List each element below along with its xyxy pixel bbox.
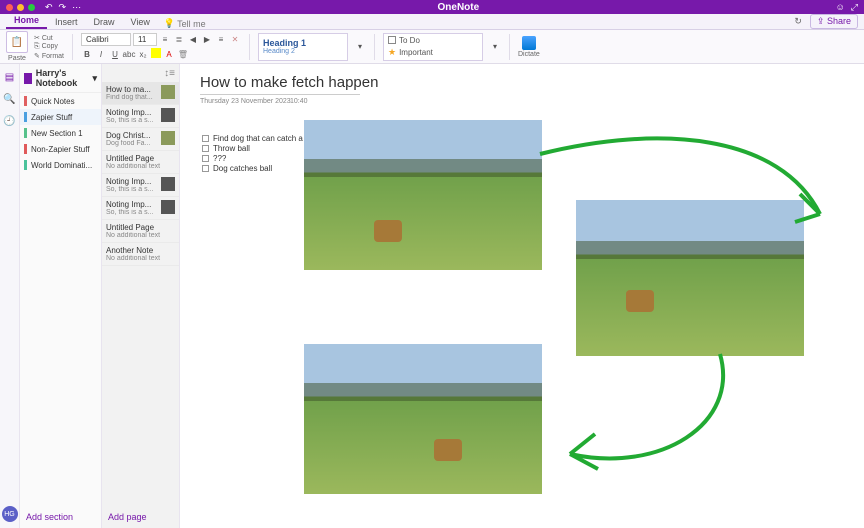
note-date: Thursday 23 November 2023 <box>200 98 291 105</box>
share-button[interactable]: ⇪ Share <box>810 14 858 29</box>
tab-view[interactable]: View <box>123 15 158 29</box>
styles-gallery[interactable]: Heading 1 Heading 2 <box>258 33 348 61</box>
title-bar-right: ☺ ⤢ <box>836 2 858 13</box>
quick-access: ↶ ↷ ⋯ <box>45 2 81 13</box>
strike-button[interactable]: abc <box>123 48 135 60</box>
smile-feedback-icon[interactable]: ☺ <box>836 2 845 13</box>
scissors-icon: ✂ <box>34 35 40 42</box>
note-title[interactable]: How to make fetch happen <box>200 74 378 91</box>
todo-list[interactable]: Find dog that can catch a ballThrow ball… <box>202 134 318 174</box>
tab-home[interactable]: Home <box>6 13 47 29</box>
page-item[interactable]: How to ma...Find dog that... <box>102 82 179 105</box>
drawn-arrow-2 <box>540 344 740 484</box>
share-icon: ⇪ <box>817 16 825 26</box>
search-icon[interactable]: 🔍 <box>3 92 17 106</box>
brush-icon: ✎ <box>34 53 40 60</box>
format-painter-button[interactable]: ✎ Format <box>34 52 64 60</box>
indent-button[interactable]: ▶ <box>201 34 213 46</box>
menu-bar: Home Insert Draw View 💡 Tell me ↻ ⇪ Shar… <box>0 14 864 30</box>
dictate-button[interactable]: Dictate <box>518 36 540 58</box>
page-item[interactable]: Untitled PageNo additional text <box>102 151 179 174</box>
checkbox-icon <box>388 36 396 44</box>
cut-button[interactable]: ✂ Cut <box>34 34 64 42</box>
page-item[interactable]: Noting Imp...So, this is a s... <box>102 174 179 197</box>
nav-rail: ▤ 🔍 🕘 HG <box>0 64 20 528</box>
sort-pages-icon[interactable]: ↕≡ <box>164 68 175 79</box>
inserted-image-2[interactable] <box>576 200 804 356</box>
delete-button[interactable]: 🗑 <box>177 48 189 60</box>
inserted-image-1[interactable] <box>304 120 542 270</box>
highlight-button[interactable] <box>151 48 161 58</box>
expand-icon[interactable]: ⤢ <box>851 2 858 13</box>
font-size-select[interactable]: 11 <box>133 33 157 46</box>
star-icon: ★ <box>388 47 396 58</box>
window-controls <box>6 4 35 11</box>
underline-button[interactable]: U <box>109 48 121 60</box>
page-item[interactable]: Noting Imp...So, this is a s... <box>102 197 179 220</box>
subscript-button[interactable]: x₂ <box>137 48 149 60</box>
todo-checkbox[interactable] <box>202 155 209 162</box>
close-window-button[interactable] <box>6 4 13 11</box>
todo-checkbox[interactable] <box>202 135 209 142</box>
title-bar: ↶ ↷ ⋯ OneNote ☺ ⤢ <box>0 0 864 14</box>
outdent-button[interactable]: ◀ <box>187 34 199 46</box>
paste-button[interactable]: 📋 <box>6 31 28 53</box>
page-item[interactable]: Noting Imp...So, this is a s... <box>102 105 179 128</box>
section-item[interactable]: World Dominati... <box>20 157 101 173</box>
chevron-down-icon: ▾ <box>92 73 97 84</box>
tags-gallery[interactable]: To Do ★Important <box>383 33 483 61</box>
styles-dropdown[interactable]: ▾ <box>354 41 366 53</box>
sync-icon[interactable]: ↻ <box>794 16 802 27</box>
more-icon[interactable]: ⋯ <box>72 2 81 13</box>
notebook-icon <box>24 73 32 84</box>
font-family-select[interactable]: Calibri <box>81 33 131 46</box>
redo-icon[interactable]: ↷ <box>59 2 67 13</box>
paste-group: 📋 Paste <box>6 31 28 62</box>
todo-checkbox[interactable] <box>202 145 209 152</box>
minimize-window-button[interactable] <box>17 4 24 11</box>
note-time: 10:40 <box>290 98 308 105</box>
tab-insert[interactable]: Insert <box>47 15 86 29</box>
tell-me-search[interactable]: 💡 Tell me <box>164 18 206 29</box>
section-item[interactable]: New Section 1 <box>20 125 101 141</box>
page-item[interactable]: Dog Christ...Dog food Fa... <box>102 128 179 151</box>
tab-draw[interactable]: Draw <box>86 15 123 29</box>
clipboard-icon: 📋 <box>11 37 23 48</box>
inserted-image-3[interactable] <box>304 344 542 494</box>
lightbulb-icon: 💡 <box>164 18 175 29</box>
ribbon: 📋 Paste ✂ Cut ⎘ Copy ✎ Format Calibri 11… <box>0 30 864 64</box>
bullet-list-button[interactable]: ≡ <box>159 34 171 46</box>
section-item[interactable]: Quick Notes <box>20 93 101 109</box>
notebook-selector[interactable]: Harry's Notebook ▾ <box>20 64 101 93</box>
section-item[interactable]: Non-Zapier Stuff <box>20 141 101 157</box>
copy-icon: ⎘ <box>34 43 40 50</box>
numbered-list-button[interactable]: ≣ <box>173 34 185 46</box>
pages-panel: ↕≡ How to ma...Find dog that...Noting Im… <box>102 64 180 528</box>
clear-format-button[interactable]: ✕ <box>229 34 241 46</box>
main-area: ▤ 🔍 🕘 HG Harry's Notebook ▾ Quick NotesZ… <box>0 64 864 528</box>
font-color-button[interactable]: A <box>163 48 175 60</box>
app-title: OneNote <box>81 2 836 13</box>
add-section-link[interactable]: Add section <box>20 506 101 528</box>
bold-button[interactable]: B <box>81 48 93 60</box>
align-button[interactable]: ≡ <box>215 34 227 46</box>
section-item[interactable]: Zapier Stuff <box>20 109 101 125</box>
recent-icon[interactable]: 🕘 <box>3 114 17 128</box>
maximize-window-button[interactable] <box>28 4 35 11</box>
copy-button[interactable]: ⎘ Copy <box>34 43 64 51</box>
sections-panel: Harry's Notebook ▾ Quick NotesZapier Stu… <box>20 64 102 528</box>
page-item[interactable]: Another NoteNo additional text <box>102 243 179 266</box>
notebooks-icon[interactable]: ▤ <box>3 70 17 84</box>
italic-button[interactable]: I <box>95 48 107 60</box>
add-page-link[interactable]: Add page <box>102 506 179 528</box>
note-canvas[interactable]: How to make fetch happen Thursday 23 Nov… <box>180 64 864 528</box>
undo-icon[interactable]: ↶ <box>45 2 53 13</box>
user-avatar[interactable]: HG <box>2 506 18 522</box>
page-item[interactable]: Untitled PageNo additional text <box>102 220 179 243</box>
todo-checkbox[interactable] <box>202 165 209 172</box>
tags-dropdown[interactable]: ▾ <box>489 41 501 53</box>
microphone-icon <box>522 36 536 50</box>
